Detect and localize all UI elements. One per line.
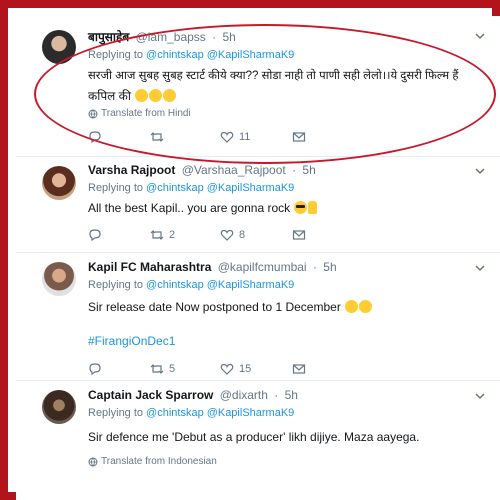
retweet-action[interactable]: 2: [150, 228, 220, 242]
replying-to: Replying to @chintskap @KapilSharmaK9: [88, 407, 294, 419]
heart-icon: [220, 229, 234, 241]
mention-link[interactable]: @KapilSharmaK9: [207, 407, 295, 419]
translate-link[interactable]: Translate from Indonesian: [88, 456, 217, 467]
user-handle[interactable]: @dixarth: [220, 388, 268, 402]
chevron-down-icon[interactable]: [474, 30, 486, 42]
retweet-count: 5: [169, 363, 176, 375]
separator: ·: [312, 260, 317, 274]
chevron-down-icon[interactable]: [474, 390, 486, 402]
envelope-icon: [292, 230, 306, 240]
like-count: 8: [239, 229, 246, 241]
chevron-down-icon[interactable]: [474, 165, 486, 177]
tweet-actions: 2 8: [88, 228, 354, 242]
tweet-header: Captain Jack Sparrow @dixarth · 5h: [88, 388, 298, 402]
user-handle[interactable]: @kapilfcmumbai: [218, 260, 307, 274]
retweet-icon: [150, 230, 164, 240]
avatar[interactable]: [42, 390, 76, 424]
smiling-halo-emoji: [359, 300, 373, 313]
reply-icon: [89, 363, 101, 376]
replying-label: Replying to: [88, 407, 144, 419]
mention-link[interactable]: @KapilSharmaK9: [207, 182, 295, 194]
replying-label: Replying to: [88, 182, 144, 194]
chevron-down-icon[interactable]: [474, 262, 486, 274]
separator: ·: [292, 163, 297, 177]
tweet-actions: 5 15: [88, 362, 354, 376]
tweet-varsha[interactable]: Varsha Rajpoot @Varshaa_Rajpoot · 5h Rep…: [16, 156, 500, 253]
mention-link[interactable]: @chintskap: [146, 279, 204, 291]
mention-link[interactable]: @KapilSharmaK9: [207, 279, 295, 291]
tweet-header: Kapil FC Maharashtra @kapilfcmumbai · 5h: [88, 260, 337, 274]
reply-thread: बापुसाहेब @iam_bapss · 5h Replying to @ch…: [16, 16, 500, 500]
avatar[interactable]: [42, 262, 76, 296]
like-count: 15: [239, 363, 252, 375]
like-action[interactable]: 15: [220, 362, 292, 376]
avatar[interactable]: [42, 166, 76, 200]
message-action[interactable]: [292, 362, 354, 376]
tweet-header: Varsha Rajpoot @Varshaa_Rajpoot · 5h: [88, 163, 316, 177]
tweet-text-row: All the best Kapil.. you are gonna rock: [88, 201, 318, 215]
heart-icon: [220, 363, 234, 375]
tweet-text: Sir defence me 'Debut as a producer' lik…: [88, 430, 420, 444]
globe-icon: [88, 457, 98, 467]
red-frame: बापुसाहेब @iam_bapss · 5h Replying to @ch…: [0, 0, 500, 500]
timestamp[interactable]: 5h: [323, 260, 336, 274]
tweet-sparrow[interactable]: Captain Jack Sparrow @dixarth · 5h Reply…: [16, 380, 500, 500]
tweet-text-row: Sir release date Now postponed to 1 Dece…: [88, 300, 373, 314]
display-name[interactable]: Kapil FC Maharashtra: [88, 260, 211, 274]
display-name[interactable]: Captain Jack Sparrow: [88, 388, 213, 402]
thumbs-up-emoji: [308, 201, 318, 214]
hugging-emoji: [345, 300, 359, 313]
translate-label: Translate from Indonesian: [101, 456, 217, 467]
replying-to: Replying to @chintskap @KapilSharmaK9: [88, 182, 294, 194]
retweet-count: 2: [169, 229, 176, 241]
reply-icon: [89, 229, 101, 242]
replying-label: Replying to: [88, 279, 144, 291]
retweet-icon: [150, 364, 164, 374]
reply-action[interactable]: [88, 228, 150, 242]
like-action[interactable]: 8: [220, 228, 292, 242]
display-name[interactable]: Varsha Rajpoot: [88, 163, 175, 177]
mention-link[interactable]: @chintskap: [146, 407, 204, 419]
replying-to: Replying to @chintskap @KapilSharmaK9: [88, 279, 294, 291]
timestamp[interactable]: 5h: [302, 163, 315, 177]
reply-action[interactable]: [88, 362, 150, 376]
separator: ·: [274, 388, 279, 402]
highlight-ellipse: [34, 24, 496, 164]
hashtag-link[interactable]: #FirangiOnDec1: [88, 334, 175, 348]
retweet-action[interactable]: 5: [150, 362, 220, 376]
tweet-text: All the best Kapil.. you are gonna rock: [88, 201, 291, 215]
sunglasses-emoji: [294, 201, 308, 214]
tweet-kapilfc[interactable]: Kapil FC Maharashtra @kapilfcmumbai · 5h…: [16, 252, 500, 381]
tweet-text: Sir release date Now postponed to 1 Dece…: [88, 300, 341, 314]
message-action[interactable]: [292, 228, 354, 242]
envelope-icon: [292, 364, 306, 374]
timestamp[interactable]: 5h: [285, 388, 298, 402]
mention-link[interactable]: @chintskap: [146, 182, 204, 194]
user-handle[interactable]: @Varshaa_Rajpoot: [182, 163, 286, 177]
